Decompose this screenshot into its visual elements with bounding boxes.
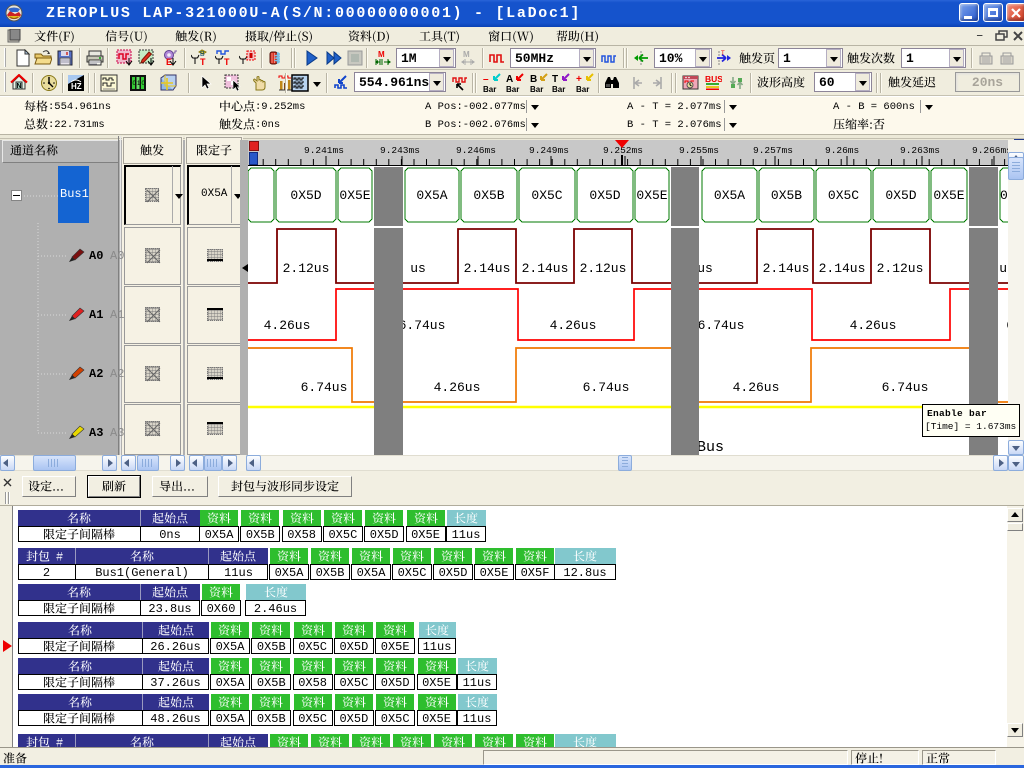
svg-text:T: T bbox=[224, 57, 230, 67]
svg-text:Bar: Bar bbox=[506, 85, 519, 93]
svg-text:Bar: Bar bbox=[576, 85, 589, 93]
svg-text:B: B bbox=[530, 74, 537, 85]
svg-text:T: T bbox=[552, 74, 558, 85]
svg-text:Bar: Bar bbox=[552, 85, 565, 93]
svg-text:–: – bbox=[483, 74, 489, 85]
svg-text:+: + bbox=[576, 74, 582, 85]
svg-text:Bar: Bar bbox=[483, 85, 496, 93]
svg-text:T: T bbox=[200, 57, 206, 67]
svg-text:Bar: Bar bbox=[530, 85, 543, 93]
svg-text:N: N bbox=[17, 83, 22, 90]
svg-text:BUS: BUS bbox=[705, 74, 722, 84]
svg-text:M: M bbox=[378, 50, 385, 59]
svg-text:M: M bbox=[463, 50, 470, 59]
svg-text:HZ: HZ bbox=[71, 82, 82, 91]
svg-text:T: T bbox=[721, 51, 725, 57]
svg-text:A: A bbox=[506, 74, 513, 85]
